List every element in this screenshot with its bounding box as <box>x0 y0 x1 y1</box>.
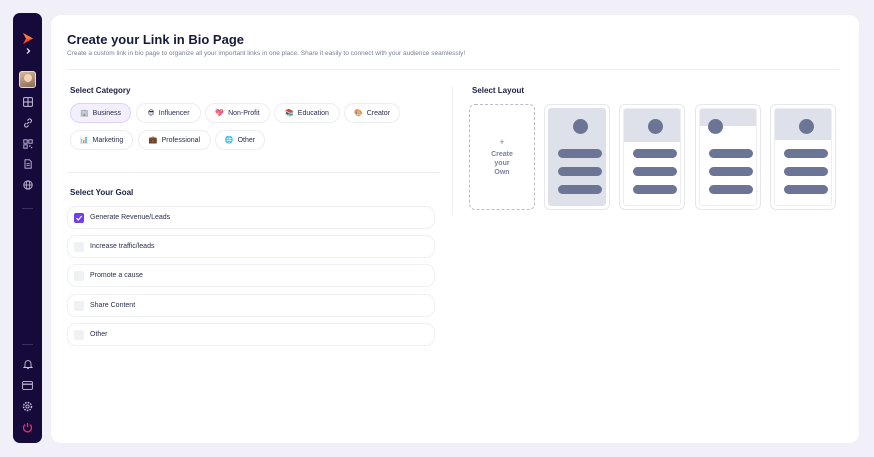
link-icon[interactable] <box>13 116 42 130</box>
avatar-placeholder <box>708 119 723 134</box>
globe-icon: 🌐 <box>224 137 234 144</box>
layout-template-full-background[interactable] <box>544 104 610 210</box>
category-chip-label: Influencer <box>158 109 190 117</box>
sidebar-separator <box>22 344 33 345</box>
goal-option-share-content[interactable]: Share Content <box>67 294 435 317</box>
goal-option-promote-cause[interactable]: Promote a cause <box>67 264 435 287</box>
category-label: Select Category <box>70 86 131 95</box>
goal-option-label: Increase traffic/leads <box>90 243 155 250</box>
category-chip-label: Other <box>237 136 256 144</box>
goal-checkbox[interactable] <box>74 329 84 340</box>
link-placeholder <box>558 167 602 176</box>
category-chip-label: Marketing <box>92 136 124 144</box>
avatar-placeholder <box>573 119 588 134</box>
template-preview <box>623 108 681 206</box>
link-placeholder <box>633 167 677 176</box>
category-chip-education[interactable]: 📚 Education <box>274 103 340 123</box>
qr-code-icon[interactable] <box>13 137 42 151</box>
heart-icon: 💖 <box>215 110 225 117</box>
link-placeholder <box>784 167 828 176</box>
briefcase-icon: 💼 <box>148 137 158 144</box>
goal-checkbox[interactable] <box>74 212 84 223</box>
link-placeholder <box>709 167 753 176</box>
section-divider <box>67 172 439 173</box>
category-chip-marketing[interactable]: 📊 Marketing <box>70 130 133 150</box>
category-chip-business[interactable]: 🏢 Business <box>70 103 131 123</box>
avatar-placeholder <box>648 119 663 134</box>
goal-option-increase-traffic[interactable]: Increase traffic/leads <box>67 235 435 258</box>
goal-checkbox[interactable] <box>74 241 84 252</box>
goal-checkbox[interactable] <box>74 270 84 281</box>
avatar[interactable] <box>19 71 36 88</box>
layout-template-left-avatar[interactable] <box>695 104 761 210</box>
link-placeholder <box>784 185 828 194</box>
link-placeholder <box>558 149 602 158</box>
goal-option-generate-revenue[interactable]: Generate Revenue/Leads <box>67 206 435 229</box>
goal-option-label: Share Content <box>90 302 136 309</box>
globe-icon[interactable] <box>13 178 42 192</box>
template-preview <box>548 108 606 206</box>
template-preview <box>699 108 757 206</box>
chart-icon: 📊 <box>79 137 89 144</box>
create-your-own-layout[interactable]: + Create your Own <box>469 104 535 210</box>
category-chip-influencer[interactable]: 😎 Influencer <box>136 103 201 123</box>
logo-icon[interactable] <box>13 31 42 45</box>
category-chip-label: Education <box>297 109 329 117</box>
template-preview <box>774 108 832 206</box>
goal-label: Select Your Goal <box>70 188 134 197</box>
palette-icon: 🎨 <box>353 110 363 117</box>
document-icon[interactable] <box>13 157 42 171</box>
category-chip-label: Professional <box>161 136 201 144</box>
grid-icon[interactable] <box>13 95 42 109</box>
business-icon: 🏢 <box>79 110 89 117</box>
category-chip-professional[interactable]: 💼 Professional <box>138 130 211 150</box>
settings-icon[interactable] <box>13 399 42 413</box>
layout-template-top-banner[interactable] <box>619 104 685 210</box>
page-title: Create your Link in Bio Page <box>67 32 244 47</box>
bell-icon[interactable] <box>13 357 42 371</box>
sunglasses-icon: 😎 <box>147 110 155 117</box>
chevron-right-icon[interactable] <box>13 44 42 58</box>
link-placeholder <box>558 185 602 194</box>
page-subtitle: Create a custom link in bio page to orga… <box>67 50 466 57</box>
header-divider <box>67 69 839 70</box>
category-chip-label: Non-Profit <box>228 109 260 117</box>
category-chip-label: Business <box>92 109 122 117</box>
avatar-placeholder <box>799 119 814 134</box>
goal-option-label: Other <box>90 331 108 338</box>
link-placeholder <box>709 185 753 194</box>
goal-option-label: Generate Revenue/Leads <box>90 214 171 221</box>
plus-icon: + <box>499 136 505 147</box>
credit-card-icon[interactable] <box>13 378 42 392</box>
category-chip-non-profit[interactable]: 💖 Non-Profit <box>205 103 270 123</box>
goal-checkbox[interactable] <box>74 300 84 311</box>
layout-template-top-banner-centered[interactable] <box>770 104 836 210</box>
main-card: Create your Link in Bio Page Create a cu… <box>51 15 859 443</box>
goal-option-label: Promote a cause <box>90 272 143 279</box>
create-your-own-label: Create your Own <box>491 150 513 176</box>
layout-label: Select Layout <box>472 86 525 95</box>
sidebar <box>13 13 42 443</box>
column-divider <box>452 87 453 215</box>
link-placeholder <box>633 185 677 194</box>
goal-option-other[interactable]: Other <box>67 323 435 346</box>
power-icon[interactable] <box>13 420 42 434</box>
category-chip-creator[interactable]: 🎨 Creator <box>344 103 400 123</box>
category-chip-other[interactable]: 🌐 Other <box>215 130 265 150</box>
link-placeholder <box>709 149 753 158</box>
sidebar-separator <box>22 208 33 209</box>
check-icon <box>76 215 83 221</box>
link-placeholder <box>633 149 677 158</box>
books-icon: 📚 <box>285 110 294 117</box>
link-placeholder <box>784 149 828 158</box>
category-chip-label: Creator <box>366 109 391 117</box>
